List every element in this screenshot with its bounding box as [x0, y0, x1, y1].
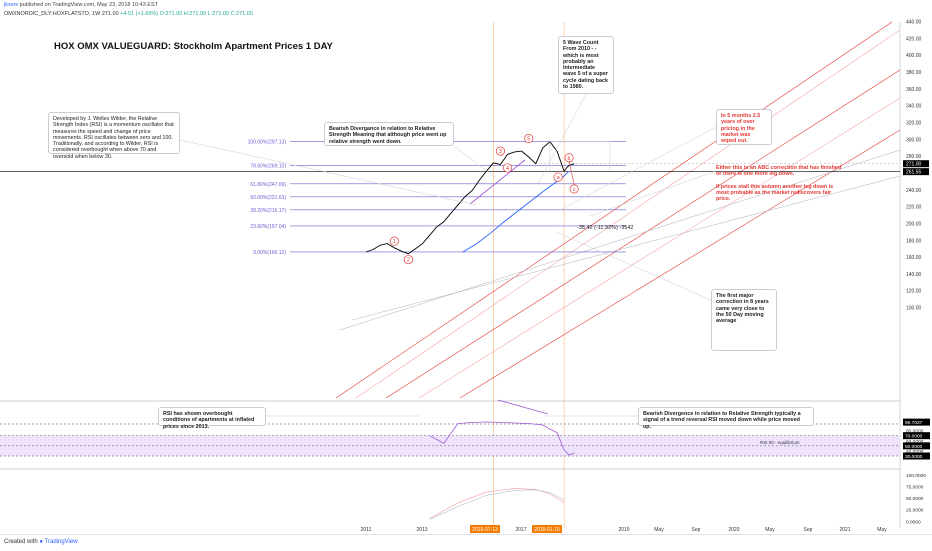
y-tick-label: 400.00: [906, 53, 922, 59]
x-tick-label: May: [765, 527, 775, 533]
wave-label: 3: [499, 149, 502, 155]
note-connector: [589, 170, 717, 217]
x-tick-label: Sep: [692, 527, 701, 533]
x-tick-label: 2015-07-13: [472, 527, 498, 533]
tradingview-logo[interactable]: ● TradingView: [39, 539, 77, 545]
footer-credit[interactable]: Created with ● TradingView: [4, 539, 78, 545]
rsi-divergence-arrow: [497, 399, 549, 415]
x-tick-label: 2018-01-15: [534, 527, 560, 533]
y-tick-label: 200.00: [906, 221, 922, 227]
price-badge-label: 261.55: [906, 170, 922, 176]
y-tick-label: 360.00: [906, 87, 922, 93]
fib-level-label: 38.20%(216.17): [250, 208, 286, 214]
rsi-badge-label: 70.0000: [905, 434, 923, 440]
wave-label: 1: [393, 239, 396, 245]
wave-label: 4: [506, 166, 509, 172]
wave-label: 2: [407, 258, 410, 264]
note-rsi-definition[interactable]: Developed by J. Welles Wilder, the Relat…: [48, 112, 180, 160]
note-abc[interactable]: Either this is an ABC correction that ha…: [716, 165, 846, 203]
measure-label: -35.42 (-11.92%) -3542: [577, 225, 634, 231]
y-tick-label: 160.00: [906, 255, 922, 261]
x-tick-label: 2019: [618, 527, 629, 533]
y-tick-label: 320.00: [906, 120, 922, 126]
channel-line: [418, 97, 901, 399]
rsi-50-label: RSI 50 - equilibrium: [760, 440, 800, 445]
note-connector: [537, 93, 587, 185]
rsi-badge-label: 50.0000: [905, 444, 923, 450]
osc-tick-label: 0.0000: [906, 519, 921, 525]
osc-tick-label: 50.0000: [906, 496, 924, 502]
fib-level-label: 23.60%(197.04): [250, 224, 286, 230]
footer-bar: Created with ● TradingView: [0, 534, 932, 551]
note-rsi-overbought[interactable]: RSI has shown overbought conditions of a…: [158, 407, 266, 430]
note-connector: [555, 231, 712, 301]
y-tick-label: 440.00: [906, 20, 922, 26]
oscillator-signal-line: [429, 489, 565, 520]
y-tick-label: 340.00: [906, 104, 922, 110]
fib-level-label: 61.80%(247.09): [250, 182, 286, 188]
note-connector: [453, 145, 497, 179]
rsi-badge-label: 96.7037: [905, 420, 923, 426]
osc-tick-label: 100.0000: [906, 473, 926, 479]
x-tick-label: 2011: [361, 527, 372, 533]
x-tick-label: 2013: [416, 527, 427, 533]
fib-level-label: 100.00%(297.13): [248, 140, 287, 146]
x-tick-label: 2021: [839, 527, 850, 533]
x-tick-label: May: [877, 527, 887, 533]
y-tick-label: 240.00: [906, 188, 922, 194]
note-months[interactable]: In 5 months 2.5 years of over pricing in…: [716, 109, 772, 145]
y-tick-label: 120.00: [906, 289, 922, 295]
price-badge-label: 271.00: [906, 162, 922, 168]
y-tick-label: 420.00: [906, 36, 922, 42]
osc-tick-label: 25.0000: [906, 508, 924, 514]
wave-label: c: [573, 187, 576, 193]
y-tick-label: 300.00: [906, 137, 922, 143]
note-bearish-price[interactable]: Bearish Divergance in relation to Relati…: [324, 122, 454, 146]
wave-label: b: [568, 156, 571, 162]
y-tick-label: 100.00: [906, 306, 922, 312]
moving-average-line: [462, 170, 570, 253]
x-tick-label: 2017: [515, 527, 526, 533]
wave-label: 5: [527, 136, 530, 142]
osc-tick-label: 75.0000: [906, 485, 924, 491]
y-tick-label: 220.00: [906, 205, 922, 211]
note-connector: [559, 126, 717, 211]
y-tick-label: 380.00: [906, 70, 922, 76]
oscillator-line: [429, 488, 565, 519]
note-connector: [179, 139, 477, 206]
x-tick-label: May: [654, 527, 664, 533]
note-wave-count[interactable]: 5 Wave Count From 2010 - - which is most…: [558, 36, 614, 94]
channel-line: [355, 29, 901, 399]
channel-line: [385, 69, 901, 399]
fib-level-label: 50.00%(231.63): [250, 195, 286, 201]
fib-level-label: 0.00%(166.12): [253, 250, 286, 256]
y-tick-label: 280.00: [906, 154, 922, 160]
y-tick-label: 180.00: [906, 238, 922, 244]
rsi-badge-label: 30.0000: [905, 454, 923, 460]
chart-title: HOX OMX VALUEGUARD: Stockholm Apartment …: [54, 41, 333, 52]
x-tick-label: 2020: [728, 527, 739, 533]
x-tick-label: Sep: [804, 527, 813, 533]
price-chart[interactable]: RSI 93RSI 50 - equilibrium100.00%(297.13…: [0, 0, 932, 534]
fib-level-label: 78.60%(269.10): [250, 163, 286, 169]
price-line: [365, 141, 575, 255]
y-tick-label: 140.00: [906, 272, 922, 278]
note-first-major[interactable]: The first major correction in 8 years ca…: [711, 289, 777, 351]
note-bearish-rsi[interactable]: Bearish Divergence in relation to Relati…: [638, 407, 814, 430]
